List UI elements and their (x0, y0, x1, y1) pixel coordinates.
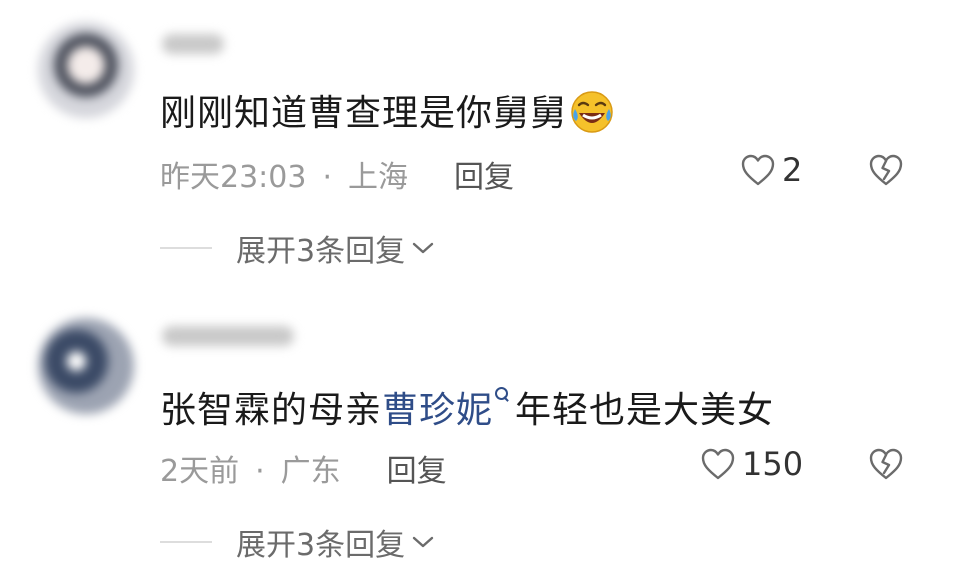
heart-outline-icon (741, 154, 775, 186)
expand-replies-label: 展开3条回复 (236, 234, 406, 269)
like-button[interactable]: 2 (740, 150, 802, 190)
like-count: 150 (742, 445, 804, 483)
username-blurred[interactable] (162, 326, 294, 346)
reply-button[interactable]: 回复 (387, 454, 447, 489)
comment-time: 2天前 (160, 454, 240, 489)
expand-replies-button[interactable]: 展开3条回复 (160, 520, 435, 564)
comment-meta: 昨天23:03 · 上海 回复 (160, 152, 514, 196)
avatar[interactable] (38, 318, 134, 414)
comment-body: 刚刚知道曹查理是你舅舅 (160, 93, 568, 134)
meta-separator: · (255, 454, 265, 489)
chevron-down-icon (412, 536, 434, 548)
divider-line (160, 247, 212, 249)
avatar[interactable] (38, 22, 134, 118)
broken-heart-icon[interactable] (868, 153, 904, 187)
comment-time: 昨天23:03 (160, 160, 307, 195)
broken-heart-icon[interactable] (868, 447, 904, 481)
comment-body-prefix: 张智霖的母亲 (160, 390, 383, 431)
username-blurred[interactable] (162, 34, 224, 54)
expand-replies-button[interactable]: 展开3条回复 (160, 226, 435, 270)
like-count: 2 (782, 151, 803, 189)
divider-line (160, 541, 212, 543)
like-button[interactable]: 150 (700, 444, 803, 484)
heart-outline-icon (701, 448, 735, 480)
mention-link[interactable]: 曹珍妮 (382, 390, 493, 431)
comment-text: 张智霖的母亲曹珍妮 年轻也是大美女 (160, 381, 774, 433)
comment-text: 刚刚知道曹查理是你舅舅 (160, 84, 615, 136)
comment-location: 上海 (348, 160, 409, 195)
reply-button[interactable]: 回复 (454, 160, 514, 195)
chevron-down-icon (412, 242, 434, 254)
comment-meta: 2天前 · 广东 回复 (160, 446, 447, 490)
search-icon[interactable] (493, 385, 511, 407)
rofl-emoji-icon (571, 91, 613, 133)
meta-separator: · (322, 160, 333, 195)
comment-body-suffix: 年轻也是大美女 (515, 390, 775, 431)
comment-location: 广东 (280, 454, 341, 489)
expand-replies-label: 展开3条回复 (236, 528, 406, 563)
